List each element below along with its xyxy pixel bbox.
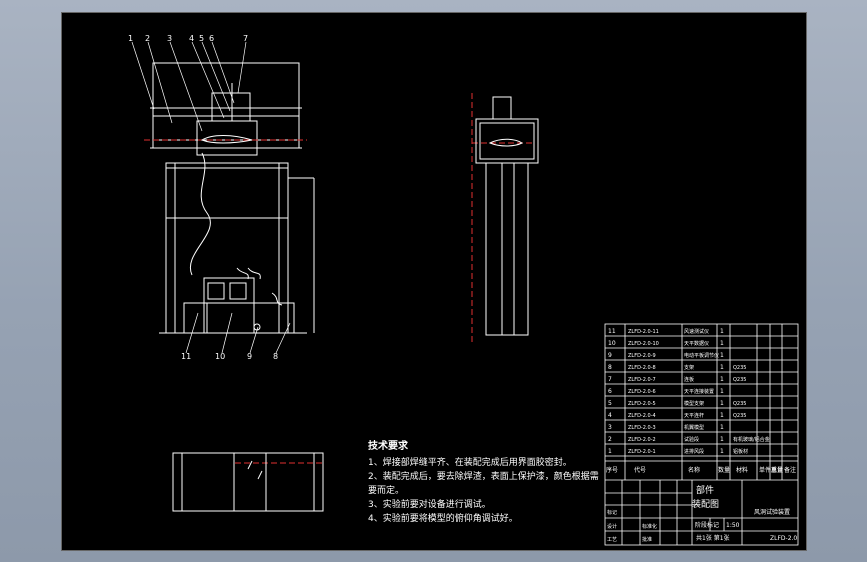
process-label: 工艺: [607, 537, 618, 543]
tech-req-line-3: 要而定。: [368, 486, 405, 496]
bom-cell-qty: 1: [720, 412, 724, 419]
callout-7: 7: [243, 34, 249, 43]
tech-req-line-2: 2、装配完成后，要去除焊渣，表面上保护漆，颜色根据需: [368, 472, 599, 482]
bom-cell-mat: 铝板材: [733, 449, 749, 455]
bom-cell-code: ZLFD-2.0-4: [628, 413, 656, 419]
bom-cell-code: ZLFD-2.0-9: [628, 353, 656, 359]
bom-cell-mat: Q235: [733, 413, 747, 419]
callout-2: 2: [145, 34, 151, 43]
bom-cell-no: 3: [608, 424, 612, 431]
bom-cell-code: ZLFD-2.0-1: [628, 449, 656, 455]
bom-cell-no: 8: [608, 364, 612, 371]
bom-cell-qty: 1: [720, 376, 724, 383]
project-name: 风洞试验装置: [754, 509, 791, 516]
bom-cell-mat: Q235: [733, 401, 747, 407]
bom-cell-code: ZLFD-2.0-11: [628, 329, 659, 335]
bom-cell-no: 7: [608, 376, 612, 383]
callout-8: 8: [273, 352, 279, 361]
drawing-canvas[interactable]: 1 2 3 4 5 6 7 8 9 10 11 技术要求 1、焊接部焊缝平齐、在…: [61, 12, 807, 551]
bom-cell-name: 天平连杆: [684, 413, 705, 419]
bom-cell-qty: 1: [720, 400, 724, 407]
bom-cell-code: ZLFD-2.0-10: [628, 341, 659, 347]
bom-cell-qty: 1: [720, 352, 724, 359]
bom-cell-name: 支架: [684, 365, 695, 371]
bom-cell-no: 11: [608, 328, 616, 335]
approve-label: 批准: [642, 537, 653, 543]
front-view: [150, 62, 315, 334]
bom-cell-name: 模型支架: [684, 401, 705, 407]
bottom-view: [172, 452, 324, 512]
mark-label: 标记: [607, 510, 618, 516]
bom-header-name: 名称: [688, 467, 701, 474]
stage-mark: 阶段标记: [695, 522, 720, 529]
drawing-number: ZLFD-2.0: [770, 535, 798, 542]
bom-cell-mat: Q235: [733, 365, 747, 371]
bom-cell-name: 电动平板调节仪: [684, 353, 720, 359]
bom-cell-qty: 1: [720, 424, 724, 431]
bom-cell-name: 进排风段: [684, 449, 705, 455]
bom-cell-code: ZLFD-2.0-5: [628, 401, 656, 407]
callout-leaders-top: [131, 41, 247, 132]
bom-header-qty: 数量: [718, 467, 731, 474]
sheet-count: 共1张 第1张: [696, 535, 730, 542]
standard-label: 标准化: [642, 524, 658, 530]
bom-cell-qty: 1: [720, 328, 724, 335]
bom-cell-name: 机翼模型: [684, 425, 705, 431]
part-label: 部件: [696, 486, 715, 496]
bom-cell-code: ZLFD-2.0-2: [628, 437, 656, 443]
bom-cell-no: 1: [608, 448, 612, 455]
bom-cell-code: ZLFD-2.0-8: [628, 365, 656, 371]
bom-cell-mat: 有机玻璃/铝合金: [733, 437, 770, 443]
bom-cell-no: 9: [608, 352, 612, 359]
tech-req-line-1: 1、焊接部焊缝平齐、在装配完成后用界面胶密封。: [368, 458, 572, 468]
callout-11: 11: [181, 352, 192, 361]
bom-header-mat: 材料: [736, 467, 749, 474]
airfoil-model: [200, 135, 253, 144]
assembly-label: 装配图: [692, 500, 720, 510]
bom-cell-qty: 1: [720, 436, 724, 443]
bom-cell-name: 风速测试仪: [684, 329, 710, 335]
callout-10: 10: [215, 352, 226, 361]
bom-cell-no: 6: [608, 388, 612, 395]
bom-cell-qty: 1: [720, 364, 724, 371]
callout-3: 3: [167, 34, 173, 43]
bom-cell-code: ZLFD-2.0-6: [628, 389, 656, 395]
bom-cell-no: 10: [608, 340, 616, 347]
callout-1: 1: [128, 34, 134, 43]
callout-4: 4: [189, 34, 195, 43]
callout-6: 6: [209, 34, 215, 43]
callout-5: 5: [199, 34, 205, 43]
bom-cell-qty: 1: [720, 340, 724, 347]
bom-cell-code: ZLFD-2.0-7: [628, 377, 656, 383]
bom-cell-no: 5: [608, 400, 612, 407]
bom-cell-name: 连板: [684, 377, 695, 383]
bom-cell-name: 试验段: [684, 437, 700, 443]
tech-req-line-4: 3、实验前要对设备进行调试。: [368, 500, 491, 510]
bom-header-code: 代号: [634, 467, 647, 474]
bom-cell-name: 天平数据仪: [684, 341, 710, 347]
bom-header-no: 序号: [606, 467, 619, 474]
bom-header-total_weight: 总计: [771, 467, 784, 474]
tech-req-line-5: 4、实验前要将模型的俯仰角调试好。: [368, 514, 518, 524]
designer-label: 设计: [607, 524, 618, 530]
bom-cell-qty: 1: [720, 388, 724, 395]
bom-cell-qty: 1: [720, 448, 724, 455]
bom-cell-code: ZLFD-2.0-3: [628, 425, 656, 431]
bom-header-remark: 备注: [784, 467, 797, 474]
bom-cell-name: 天平连接装置: [684, 389, 715, 395]
tech-requirements-title: 技术要求: [368, 441, 408, 452]
bom-cell-no: 2: [608, 436, 612, 443]
scale-value: 1:50: [726, 522, 740, 529]
bom-cell-mat: Q235: [733, 377, 747, 383]
bom-cell-no: 4: [608, 412, 612, 419]
callout-9: 9: [247, 352, 253, 361]
side-view: [475, 96, 539, 336]
